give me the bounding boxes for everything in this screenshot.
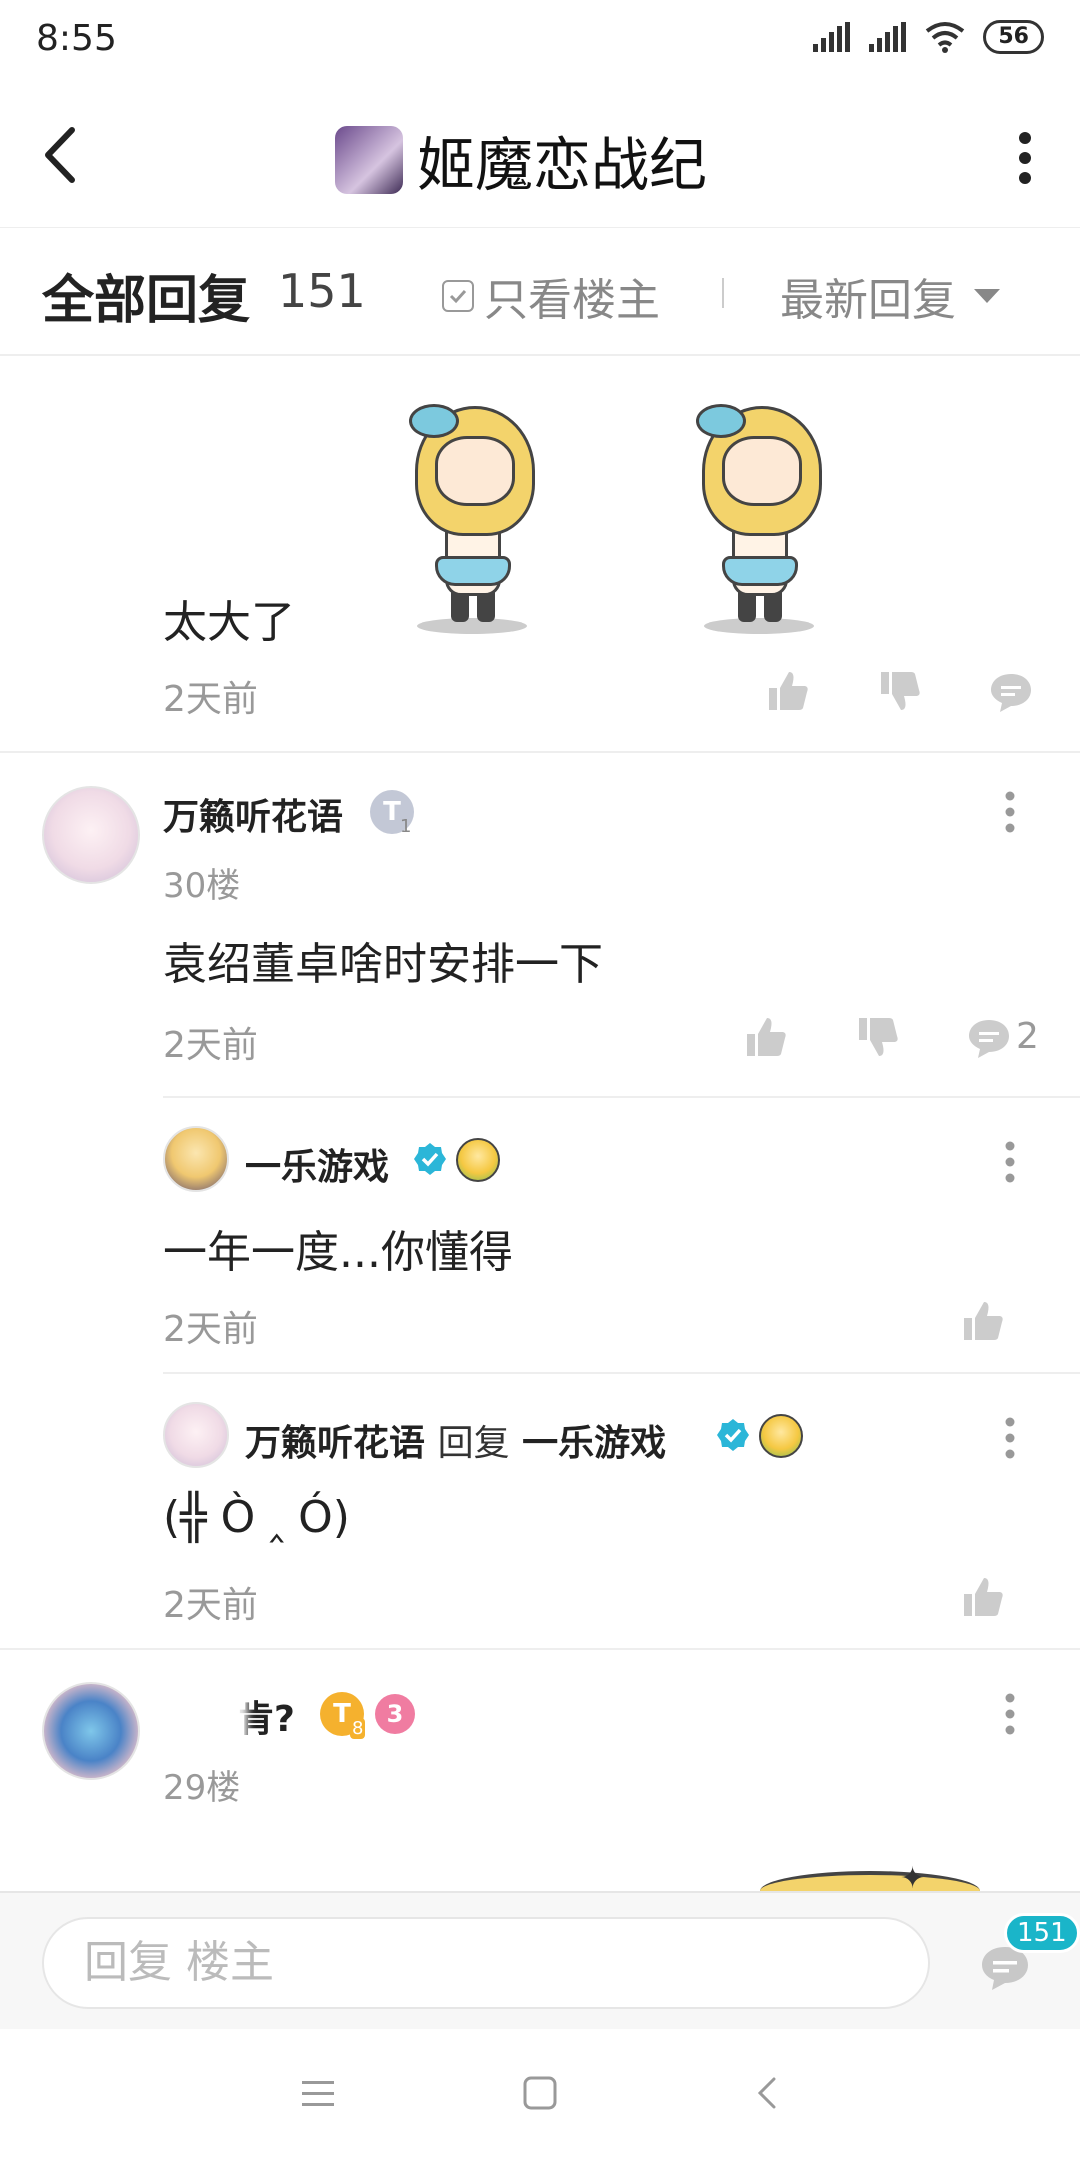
username[interactable]: 万籁听花语 回复 一乐游戏 [245, 1414, 666, 1466]
sticker-image [682, 396, 832, 636]
sort-dropdown[interactable]: 最新回复 [780, 264, 1000, 328]
page-title: 姬魔恋战纪 [417, 131, 708, 199]
avatar[interactable] [42, 786, 140, 884]
more-vertical-icon[interactable] [1010, 128, 1040, 188]
title-group[interactable]: 姬魔恋战纪 [335, 118, 707, 202]
comment-count-badge: 151 [1004, 1913, 1080, 1953]
signal-icon [869, 22, 907, 52]
thumbs-down-icon[interactable] [855, 1014, 901, 1060]
sub-reply-time: 2天前 [163, 1585, 258, 1626]
avatar[interactable] [42, 1682, 140, 1780]
sub-reply-username[interactable]: 万籁听花语 [245, 1423, 425, 1464]
more-vertical-icon[interactable] [1002, 1416, 1018, 1460]
filter-divider [722, 278, 724, 308]
floor-number: 29楼 [163, 1768, 241, 1808]
home-icon[interactable] [520, 2073, 560, 2113]
comment-count: 2 [1016, 1016, 1039, 1057]
badge-level: 8 [350, 1718, 366, 1739]
only-op-label: 只看楼主 [484, 275, 660, 326]
signal-icon [813, 22, 851, 52]
dropdown-triangle-icon [974, 289, 1000, 303]
avatar[interactable] [163, 1402, 229, 1468]
wifi-icon [926, 22, 965, 53]
comment-icon[interactable] [966, 1016, 1012, 1062]
sub-reply-time: 2天前 [163, 1309, 258, 1350]
app-header: 姬魔恋战纪 [0, 80, 1080, 228]
reply-count: 151 [278, 264, 366, 318]
sub-reply-text: (╬ Ò ‸ Ó) [163, 1492, 350, 1543]
reply-to-word: 回复 [437, 1423, 510, 1464]
more-vertical-icon[interactable] [1002, 790, 1018, 834]
back-icon[interactable] [748, 2073, 788, 2113]
back-arrow-icon[interactable] [36, 120, 96, 190]
thumbs-up-icon[interactable] [960, 1298, 1006, 1344]
divider [163, 1372, 1080, 1374]
reply-list: 太大了 2天前 万籁听花语 T 1 30楼 袁绍董卓啥时安排一下 2天前 2 一… [0, 356, 1080, 1891]
only-op-toggle[interactable]: 只看楼主 [442, 264, 660, 328]
status-time: 8:55 [36, 18, 117, 59]
sub-reply-text: 一年一度...你懂得 [163, 1227, 513, 1278]
reply-to-username[interactable]: 一乐游戏 [522, 1423, 666, 1464]
sparkle-icon: ✦ [900, 1861, 926, 1891]
special-badge: 3 [375, 1694, 415, 1734]
divider [0, 751, 1080, 753]
reply-bar: 回复 楼主 151 [0, 1891, 1080, 2029]
more-vertical-icon[interactable] [1002, 1140, 1018, 1184]
sticker-image [760, 1871, 980, 1891]
checkbox-icon[interactable] [442, 280, 474, 312]
sticker-image [395, 396, 545, 636]
divider [163, 1096, 1080, 1098]
status-bar: 8:55 56 [0, 0, 1080, 80]
thumbs-down-icon[interactable] [877, 668, 923, 714]
post-text: 袁绍董卓啥时安排一下 [163, 939, 603, 990]
decoration-avatar-icon [456, 1138, 500, 1182]
reply-input[interactable]: 回复 楼主 [42, 1917, 930, 2009]
divider [0, 1648, 1080, 1650]
badge-level: 1 [400, 816, 412, 837]
thumbs-up-icon[interactable] [743, 1014, 789, 1060]
battery-indicator: 56 [983, 20, 1044, 54]
post-time: 2天前 [163, 1025, 258, 1066]
thumbs-up-icon[interactable] [960, 1574, 1006, 1620]
menu-icon[interactable] [298, 2073, 338, 2113]
verified-icon [717, 1419, 749, 1451]
game-icon [335, 126, 403, 194]
filter-bar: 全部回复 151 只看楼主 最新回复 [0, 228, 1080, 356]
thumbs-up-icon[interactable] [765, 668, 811, 714]
username[interactable]: 一乐游戏 [245, 1138, 389, 1190]
decoration-avatar-icon [759, 1414, 803, 1458]
all-replies-label: 全部回复 [42, 271, 251, 331]
username[interactable]: 万籁听花语 [163, 788, 343, 840]
system-nav-bar [0, 2029, 1080, 2160]
floor-number: 30楼 [163, 866, 241, 906]
sort-label: 最新回复 [780, 275, 956, 326]
reply-text: 太大了 [163, 597, 295, 648]
blurred-name-overlay [148, 1682, 248, 1756]
reply-time: 2天前 [163, 679, 258, 720]
more-vertical-icon[interactable] [1002, 1692, 1018, 1736]
comment-icon[interactable] [988, 670, 1034, 716]
avatar[interactable] [163, 1126, 229, 1192]
verified-icon [414, 1143, 446, 1175]
status-icons: 56 [813, 20, 1044, 54]
